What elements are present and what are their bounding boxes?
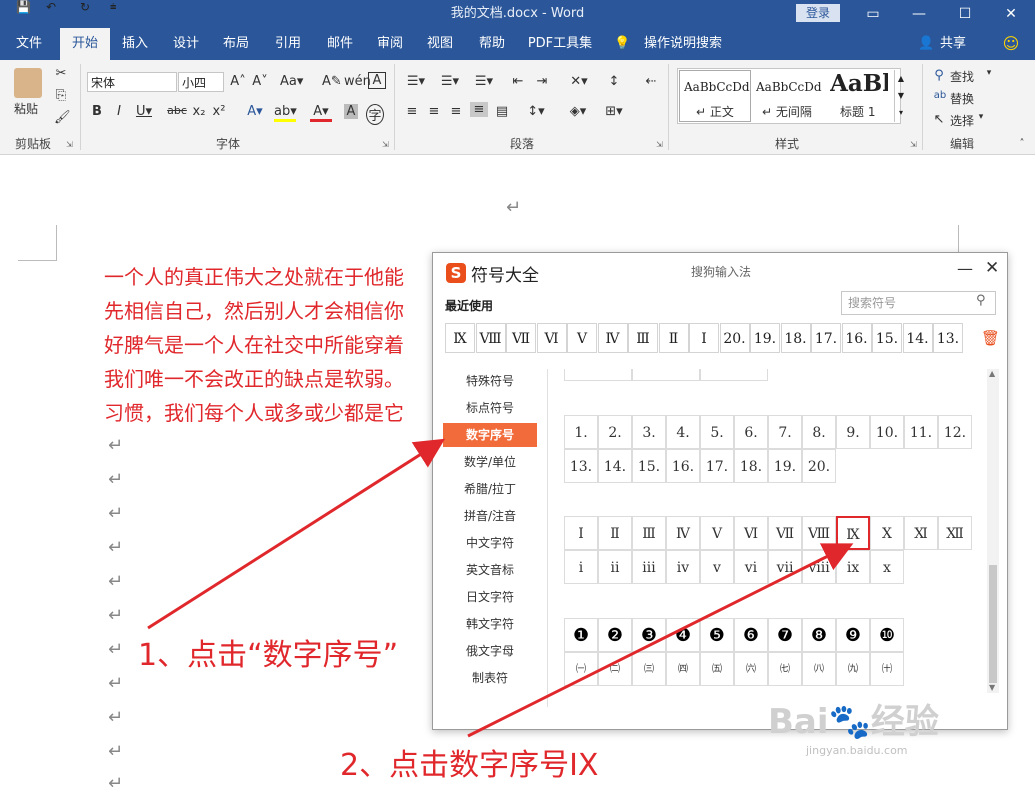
annotation-step-1: 1、点击“数字序号” — [138, 638, 399, 673]
arrow-to-category — [147, 438, 446, 630]
annotation-arrows — [147, 438, 854, 738]
baidu-watermark: Bai🐾经验 — [768, 702, 939, 742]
baidu-watermark-url: jingyan.baidu.com — [806, 744, 908, 757]
annotation-step-2: 2、点击数字序号IX — [340, 748, 599, 783]
